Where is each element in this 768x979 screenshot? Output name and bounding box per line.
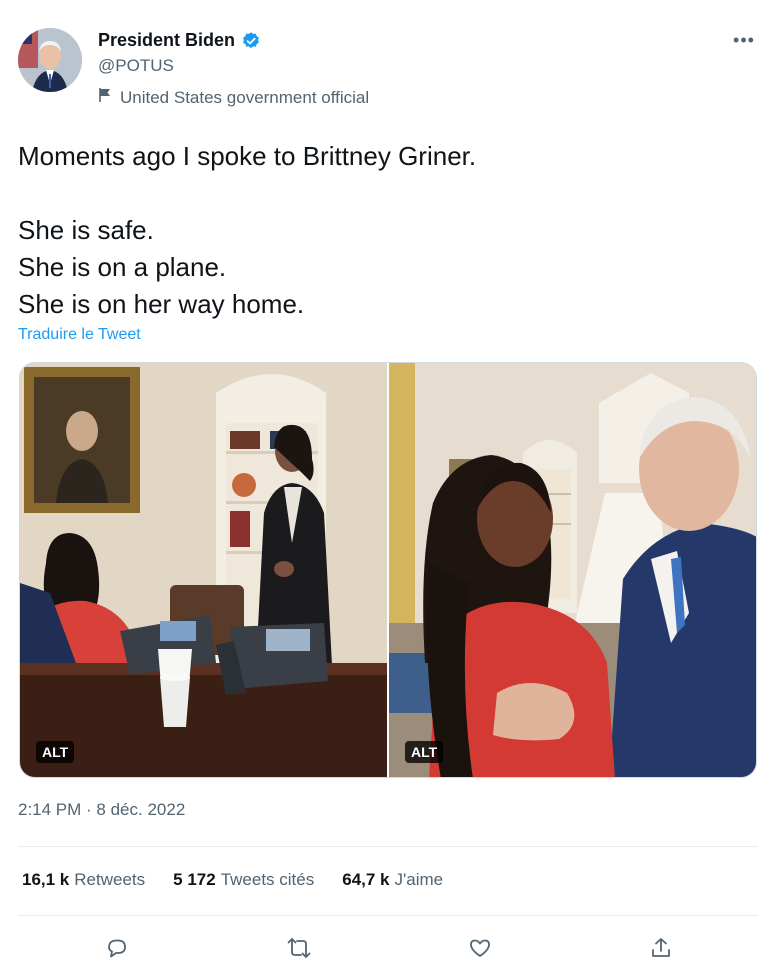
timestamp[interactable]: 2:14 PM · 8 déc. 2022 xyxy=(18,800,185,820)
stat-value: 16,1 k xyxy=(22,870,70,889)
like-icon[interactable] xyxy=(465,933,495,963)
share-icon[interactable] xyxy=(646,933,676,963)
stat-value: 64,7 k xyxy=(342,870,390,889)
tweet-header: President Biden @POTUS United States gov… xyxy=(18,26,758,116)
tweet-line: She is on a plane. xyxy=(18,252,227,282)
divider xyxy=(18,846,758,847)
action-bar xyxy=(18,925,758,969)
photo-oval-office-phone-call[interactable]: ALT xyxy=(20,363,387,777)
retweet-icon[interactable] xyxy=(284,933,314,963)
affiliation: United States government official xyxy=(98,87,369,108)
tweet-text: Moments ago I spoke to Brittney Griner. … xyxy=(18,138,748,323)
avatar[interactable] xyxy=(18,28,82,92)
tweet-line: She is on her way home. xyxy=(18,289,305,319)
stat-likes[interactable]: 64,7 k J'aime xyxy=(342,870,443,890)
photo-oval-office-embrace[interactable]: ALT xyxy=(389,363,756,777)
translate-link[interactable]: Traduire le Tweet xyxy=(18,326,141,344)
tweet-line: Moments ago I spoke to Brittney Griner. xyxy=(18,141,477,171)
more-horizontal-icon[interactable]: ••• xyxy=(730,28,758,52)
stat-label: Retweets xyxy=(74,870,146,889)
flag-icon xyxy=(98,87,112,108)
alt-badge[interactable]: ALT xyxy=(405,741,444,763)
stat-retweets[interactable]: 16,1 k Retweets xyxy=(22,870,145,890)
stat-label: Tweets cités xyxy=(220,870,315,889)
alt-badge[interactable]: ALT xyxy=(36,741,75,763)
tweet-line: She is safe. xyxy=(18,215,154,245)
stat-value: 5 172 xyxy=(173,870,216,889)
verified-badge-icon xyxy=(241,31,261,51)
affiliation-label: United States government official xyxy=(120,87,370,107)
stat-quote-tweets[interactable]: 5 172 Tweets cités xyxy=(173,870,314,890)
media-grid: ALT ALT xyxy=(19,362,757,778)
reply-icon[interactable] xyxy=(102,933,132,963)
author-handle[interactable]: @POTUS xyxy=(98,56,174,76)
divider xyxy=(18,915,758,916)
engagement-stats: 16,1 k Retweets 5 172 Tweets cités 64,7 kJ… xyxy=(22,870,443,890)
author-name[interactable]: President Biden xyxy=(98,30,235,51)
stat-label: J'aime xyxy=(394,870,444,889)
author-name-row[interactable]: President Biden xyxy=(98,30,261,51)
